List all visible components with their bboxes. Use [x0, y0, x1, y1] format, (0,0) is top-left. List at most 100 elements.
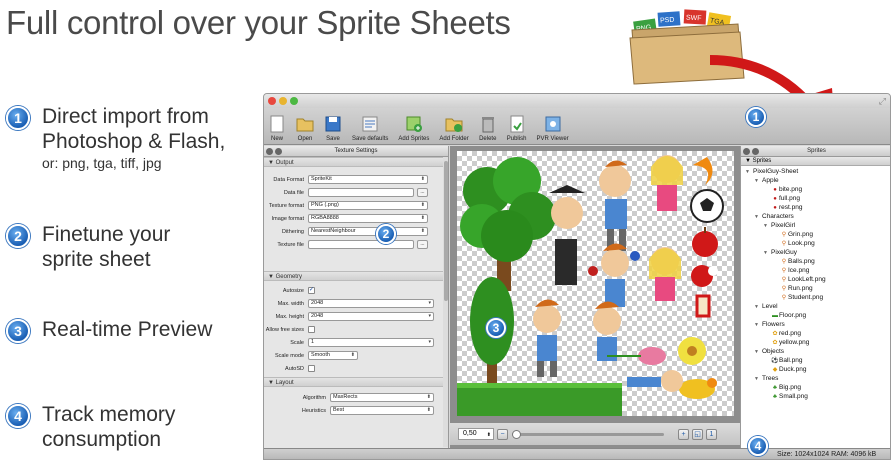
overlay-badge-4: 4 [748, 436, 768, 456]
tree-item-label: Floor.png [779, 312, 807, 319]
zoom-slider-knob[interactable] [512, 429, 521, 439]
zoom-input[interactable]: 0,50 ⬍ [458, 428, 494, 440]
minimize-window-button[interactable] [279, 97, 287, 105]
max-width-select[interactable]: 2048 ▾ [308, 299, 434, 308]
tree-item-label: Small.png [779, 393, 808, 400]
add-folder-button[interactable]: Add Folder [439, 115, 469, 144]
texture-file-input[interactable] [308, 240, 414, 249]
texture-format-select[interactable]: PNG (.png) ⬍ [308, 201, 428, 210]
tree-sprite-item[interactable]: ● full.png [741, 194, 890, 203]
tree-folder[interactable]: ▼ Characters [741, 212, 890, 221]
tree-header-label: Sprites [752, 158, 772, 164]
save-button[interactable]: Save [324, 115, 342, 144]
open-button[interactable]: Open [296, 115, 314, 144]
dropdown-icon: ▾ [428, 313, 431, 319]
data-format-select[interactable]: SpriteKit ⬍ [308, 175, 428, 184]
tree-sprite-item[interactable]: ⚲ Run.png [741, 284, 890, 293]
allow-free-sizes-checkbox[interactable] [308, 326, 315, 333]
dropdown-icon: ⬍ [420, 202, 425, 208]
image-format-select[interactable]: RGBA8888 ⬍ [308, 214, 428, 223]
open-folder-icon [296, 118, 314, 132]
save-defaults-button[interactable]: Save defaults [352, 115, 388, 144]
close-panel-icon[interactable] [266, 148, 273, 155]
section-geometry[interactable]: ▼ Geometry [264, 271, 448, 281]
data-file-browse-button[interactable]: ... [417, 188, 428, 197]
tree-folder[interactable]: ▼ PixelGuy-Sheet [741, 167, 890, 176]
delete-button[interactable]: Delete [479, 115, 497, 144]
zoom-in-button[interactable]: + [678, 428, 689, 440]
scrollbar-thumb[interactable] [444, 161, 448, 301]
scale-mode-select[interactable]: Smooth ⬍ [308, 351, 358, 360]
publish-button[interactable]: Publish [507, 115, 526, 144]
scale-select[interactable]: 1 ▾ [308, 338, 434, 347]
zoom-actual-button[interactable]: 1 [706, 428, 717, 440]
dropdown-icon: ⬍ [420, 215, 425, 221]
stepper-icon[interactable]: ⬍ [487, 430, 491, 440]
tree-item-label: PixelGuy [771, 249, 798, 256]
tree-sprite-item[interactable]: ⚲ Grin.png [741, 230, 890, 239]
close-window-button[interactable] [268, 97, 276, 105]
sprite-sheet-canvas[interactable] [457, 151, 734, 416]
feature-line: Real-time Preview [42, 318, 213, 341]
overlay-badge-3: 3 [486, 318, 506, 338]
tree-folder[interactable]: ▼ Level [741, 302, 890, 311]
autosize-checkbox[interactable]: ✓ [308, 287, 315, 294]
algorithm-select[interactable]: MaxRects ⬍ [330, 393, 434, 402]
tree-sprite-item[interactable]: ▬Floor.png [741, 311, 890, 320]
tree-folder[interactable]: ▼ Apple [741, 176, 890, 185]
detach-panel-icon[interactable] [275, 148, 282, 155]
tree-folder[interactable]: ▼ Trees [741, 374, 890, 383]
toolbar: New Open Save Save defaults Add Sprites … [264, 108, 890, 145]
tree-icon: ♣ [773, 394, 777, 400]
tree-sprite-item[interactable]: ◆ Duck.png [741, 365, 890, 374]
tree-sprite-item[interactable]: ⚽Ball.png [741, 356, 890, 365]
zoom-out-button[interactable]: − [497, 428, 508, 440]
tree-sprite-item[interactable]: ⚲ LookLeft.png [741, 275, 890, 284]
dithering-select[interactable]: NearestNeighbour ⬍ [308, 227, 428, 236]
scale-label: Scale [290, 339, 304, 346]
apple-full-sprite [692, 227, 718, 257]
detach-panel-icon[interactable] [752, 148, 759, 155]
max-height-select[interactable]: 2048 ▾ [308, 312, 434, 321]
data-file-input[interactable] [308, 188, 414, 197]
settings-scrollbar[interactable] [443, 157, 448, 447]
pvr-viewer-button[interactable]: PVR Viewer [536, 115, 569, 144]
section-geometry-label: Geometry [275, 274, 302, 280]
dropdown-icon: ⬍ [420, 228, 425, 234]
texture-file-label: Texture file [277, 241, 304, 248]
tree-sprite-item[interactable]: ⚲ Ice.png [741, 266, 890, 275]
lying-guy-sprite [627, 370, 683, 392]
tree-sprite-item[interactable]: ♣ Big.png [741, 383, 890, 392]
tree-folder[interactable]: ▼ PixelGuy [741, 248, 890, 257]
pvr-viewer-icon [545, 116, 561, 132]
zoom-slider[interactable] [512, 429, 664, 439]
tree-header[interactable]: ▼ Sprites [741, 157, 890, 166]
add-folder-icon [445, 118, 463, 132]
heuristics-select[interactable]: Best ⬍ [330, 406, 434, 415]
zoom-window-button[interactable] [290, 97, 298, 105]
tree-folder[interactable]: ▼ Objects [741, 347, 890, 356]
autosd-checkbox[interactable] [308, 365, 315, 372]
lookleft-guy-sprite [593, 301, 621, 361]
tree-folder[interactable]: ▼ Flowers [741, 320, 890, 329]
new-button[interactable]: New [268, 115, 286, 144]
section-layout[interactable]: ▼ Layout [264, 377, 448, 387]
tree-sprite-item[interactable]: ⚲ Balls.png [741, 257, 890, 266]
section-output[interactable]: ▼ Output [264, 157, 448, 167]
tree-sprite-item[interactable]: ✿red.png [741, 329, 890, 338]
texture-file-browse-button[interactable]: ... [417, 240, 428, 249]
tree-sprite-item[interactable]: ● bite.png [741, 185, 890, 194]
tree-folder[interactable]: ▼ PixelGirl [741, 221, 890, 230]
algorithm-value: MaxRects [333, 394, 358, 400]
tree-sprite-item[interactable]: ✿yellow.png [741, 338, 890, 347]
tree-sprite-item[interactable]: ⚲ Student.png [741, 293, 890, 302]
tree-sprite-item[interactable]: ⚲ Look.png [741, 239, 890, 248]
look-girl-sprite [649, 247, 681, 301]
close-panel-icon[interactable] [743, 148, 750, 155]
fullscreen-icon[interactable]: ⤢ [879, 96, 886, 107]
tree-sprite-item[interactable]: ♣ Small.png [741, 392, 890, 401]
add-sprites-button[interactable]: Add Sprites [398, 115, 429, 144]
tree-sprite-item[interactable]: ● rest.png [741, 203, 890, 212]
zoom-fit-button[interactable]: ◱ [692, 428, 703, 440]
data-format-label: Data Format [273, 176, 304, 183]
